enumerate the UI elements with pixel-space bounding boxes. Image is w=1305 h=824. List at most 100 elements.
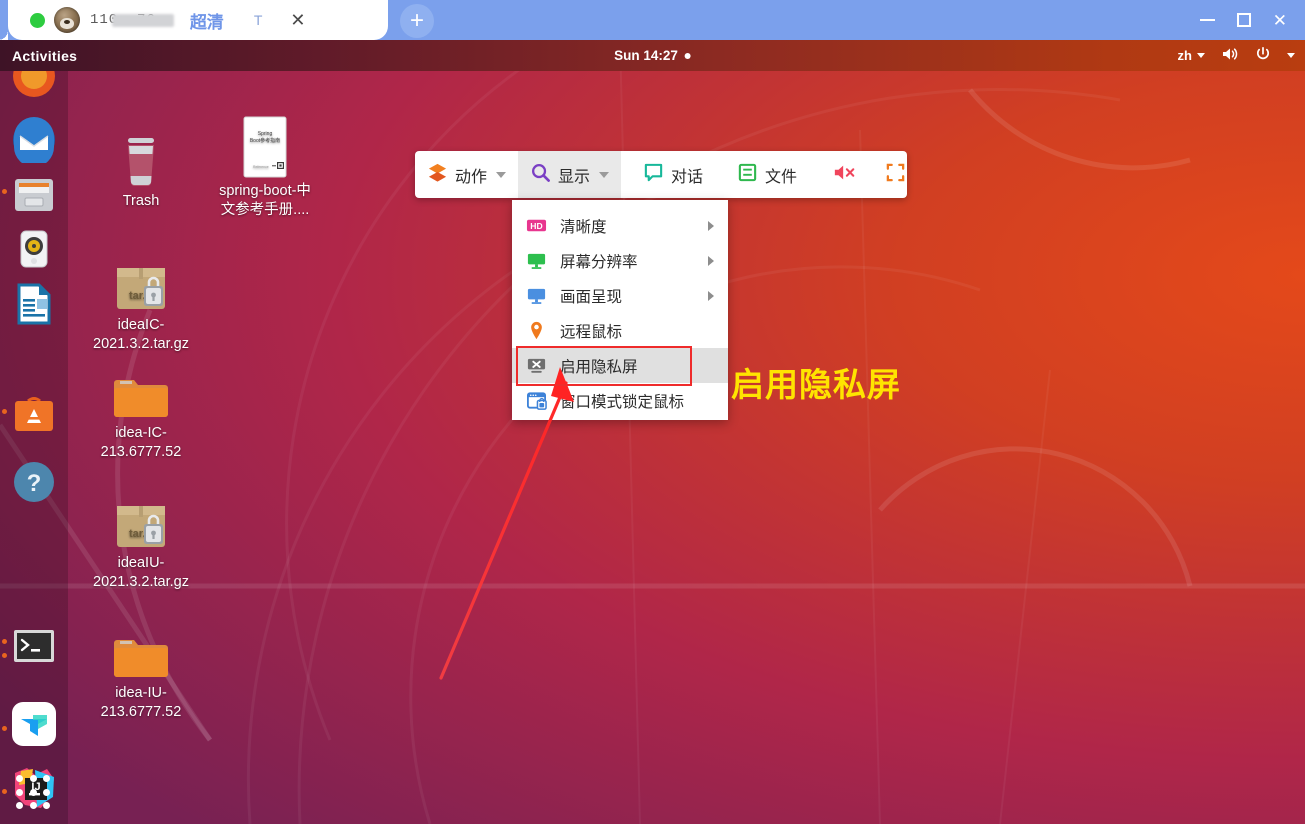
- clock-menu[interactable]: Sun 14:27: [614, 48, 691, 63]
- grid-dot-icon: [16, 788, 23, 796]
- desktop-icon-label: idea-IC-213.6777.52: [100, 425, 182, 460]
- hd-icon: HD: [526, 215, 547, 236]
- desktop-icon-ideaiu-targz[interactable]: tar. ideaIU-2021.3.2.tar.gz: [89, 490, 193, 592]
- dock-item-terminal[interactable]: [11, 623, 57, 669]
- chevron-down-icon[interactable]: [1287, 53, 1295, 58]
- window-lock-icon: [526, 390, 547, 411]
- minimize-icon: [1199, 19, 1215, 21]
- menu-item-remote-mouse[interactable]: 远程鼠标: [512, 313, 728, 348]
- menu-item-label: 画面呈现: [560, 288, 623, 306]
- dock-item-rhythmbox[interactable]: [11, 226, 57, 272]
- menu-item-label: 窗口模式锁定鼠标: [560, 393, 685, 411]
- maximize-icon: [1236, 13, 1251, 27]
- toolbar-item-display[interactable]: 显示: [518, 151, 622, 198]
- dock-item-libreoffice-writer[interactable]: [11, 281, 57, 327]
- close-tab-icon[interactable]: ✕: [290, 11, 305, 29]
- toolbar-item-label: 对话: [671, 168, 704, 186]
- grid-dot-icon: [29, 775, 37, 782]
- chevron-down-icon: [496, 171, 507, 178]
- running-indicator: [2, 726, 7, 731]
- desktop-icon-spring-boot-pdf[interactable]: Spring Boot参考指南 Reference spring-boot-中文…: [213, 116, 317, 220]
- volume-icon[interactable]: [1221, 46, 1239, 65]
- tab-title: 110. 76: [90, 12, 174, 28]
- menu-item-window-mode-lock-mouse[interactable]: 窗口模式锁定鼠标: [512, 383, 728, 418]
- chevron-down-icon: [1197, 53, 1205, 58]
- toolbar-item-chat[interactable]: 对话: [631, 151, 715, 198]
- green-monitor-icon: [526, 250, 547, 271]
- grid-dot-icon: [16, 802, 23, 810]
- toolbar-item-fullscreen[interactable]: [873, 151, 918, 198]
- desktop-icon-ideaic-targz[interactable]: tar. ideaIC-2021.3.2.tar.gz: [89, 252, 193, 354]
- menu-item-label: 屏幕分辨率: [560, 253, 638, 271]
- chat-bubble-icon: [643, 162, 664, 188]
- client-window-chrome: 110. 76 超清 T ✕ + ✕: [0, 0, 1305, 40]
- menu-item-picture-presentation[interactable]: 画面呈现: [512, 278, 728, 313]
- svg-text:Boot参考指南: Boot参考指南: [250, 137, 280, 144]
- trash-icon: [89, 128, 193, 188]
- folder-icon: [89, 360, 193, 420]
- privacy-screen-icon: [526, 355, 547, 376]
- svg-text:Reference: Reference: [253, 165, 269, 169]
- show-applications-button[interactable]: [16, 775, 52, 811]
- redaction-blur: [112, 14, 174, 27]
- running-indicator: [2, 789, 7, 794]
- desktop-icon-label: ideaIC-2021.3.2.tar.gz: [93, 317, 189, 352]
- grid-dot-icon: [43, 775, 51, 782]
- svg-text:?: ?: [27, 470, 42, 497]
- remote-control-toolbar: 动作 显示 对话 文件: [415, 151, 907, 198]
- session-tab[interactable]: 110. 76 超清 T ✕: [0, 0, 388, 40]
- running-indicator: [2, 653, 7, 658]
- menu-item-screen-resolution[interactable]: 屏幕分辨率: [512, 243, 728, 278]
- dock-item-thunderbird[interactable]: [11, 117, 57, 167]
- dock-item-help[interactable]: ?: [11, 459, 57, 505]
- dock-item-ubuntu-software[interactable]: [11, 391, 57, 437]
- magnifier-icon: [530, 162, 551, 188]
- menu-item-clarity[interactable]: HD 清晰度: [512, 208, 728, 243]
- archive-icon: tar.: [89, 490, 193, 550]
- desktop-icon-idea-iu-folder[interactable]: idea-IU-213.6777.52: [89, 620, 193, 722]
- toolbar-item-mute[interactable]: [821, 151, 869, 198]
- pdf-icon: Spring Boot参考指南 Reference: [213, 116, 317, 178]
- desktop-icon-idea-ic-folder[interactable]: idea-IC-213.6777.52: [89, 360, 193, 462]
- svg-text:tar.: tar.: [129, 528, 146, 540]
- menu-item-enable-privacy-screen[interactable]: 启用隐私屏: [512, 348, 728, 383]
- archive-icon: tar.: [89, 252, 193, 312]
- power-icon[interactable]: [1255, 46, 1271, 65]
- dock-item-files[interactable]: [11, 171, 57, 217]
- running-indicator: [2, 639, 7, 644]
- keyboard-layout-menu[interactable]: zh: [1178, 48, 1205, 63]
- mouse-pin-icon: [526, 320, 547, 341]
- window-controls: ✕: [1199, 0, 1297, 40]
- desktop-icon-trash[interactable]: Trash: [89, 128, 193, 211]
- dock-item-todesk[interactable]: [11, 701, 57, 747]
- grid-dot-icon: [43, 788, 51, 796]
- clock-label: Sun 14:27: [614, 48, 678, 63]
- toolbar-item-label: 显示: [558, 168, 591, 186]
- desktop-icon-label: Trash: [122, 193, 160, 209]
- display-dropdown-menu: HD 清晰度 屏幕分辨率 画面呈现 远程鼠标 启用隐私屏 窗口模式锁定鼠标: [512, 200, 728, 420]
- fullscreen-icon: [885, 162, 906, 188]
- toolbar-item-label: 文件: [765, 168, 798, 186]
- tab-strip: 110. 76 超清 T ✕ + ✕: [0, 0, 1305, 40]
- desktop-icon-label: ideaIU-2021.3.2.tar.gz: [93, 555, 189, 590]
- tab-quality-label[interactable]: 超清: [190, 8, 224, 33]
- svg-text:tar.: tar.: [129, 290, 146, 302]
- toolbar-item-label: 动作: [455, 168, 488, 186]
- maximize-button[interactable]: [1236, 13, 1251, 27]
- plus-icon: +: [409, 7, 424, 34]
- grid-dot-icon: [29, 788, 37, 796]
- svg-text:HD: HD: [530, 221, 542, 231]
- bear-avatar: [54, 7, 80, 33]
- menu-item-label: 启用隐私屏: [560, 358, 638, 376]
- chevron-down-icon: [599, 171, 610, 178]
- green-status-dot: [30, 12, 45, 28]
- text-mode-icon[interactable]: T: [254, 12, 263, 28]
- close-icon: ✕: [1272, 10, 1287, 30]
- close-window-button[interactable]: ✕: [1273, 12, 1287, 29]
- activities-button[interactable]: Activities: [12, 48, 77, 64]
- minimize-button[interactable]: [1199, 19, 1215, 21]
- menu-item-label: 清晰度: [560, 218, 607, 236]
- toolbar-item-files[interactable]: 文件: [725, 151, 809, 198]
- new-tab-button[interactable]: +: [400, 4, 434, 38]
- toolbar-item-actions[interactable]: 动作: [415, 151, 518, 198]
